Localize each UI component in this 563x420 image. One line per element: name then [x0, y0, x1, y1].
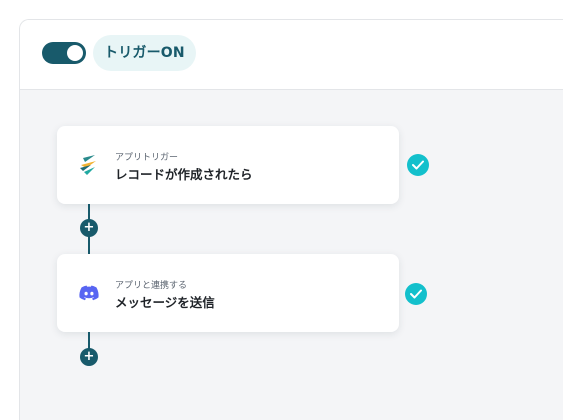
step-title: メッセージを送信 [115, 295, 215, 310]
discord-icon [77, 281, 101, 305]
trigger-toggle[interactable] [42, 42, 86, 64]
step-category-label: アプリトリガー [115, 153, 179, 163]
toggle-knob [67, 45, 83, 61]
step-card-trigger[interactable]: アプリトリガー レコードが作成されたら [57, 126, 399, 204]
step-card-action[interactable]: アプリと連携する メッセージを送信 [57, 254, 399, 332]
app-trigger-icon [77, 153, 101, 177]
step-complete-check-icon [405, 283, 427, 305]
flow-editor-panel: トリガーON アプリトリガー レコードが作成されたら + アプリと連携する メッ… [19, 19, 563, 420]
add-step-button[interactable]: + [80, 219, 98, 237]
step-title: レコードが作成されたら [115, 167, 253, 182]
step-complete-check-icon [407, 154, 429, 176]
step-category-label: アプリと連携する [115, 281, 188, 291]
trigger-status-label: トリガーON [93, 35, 196, 71]
flow-header: トリガーON [20, 20, 563, 90]
add-step-button[interactable]: + [80, 348, 98, 366]
